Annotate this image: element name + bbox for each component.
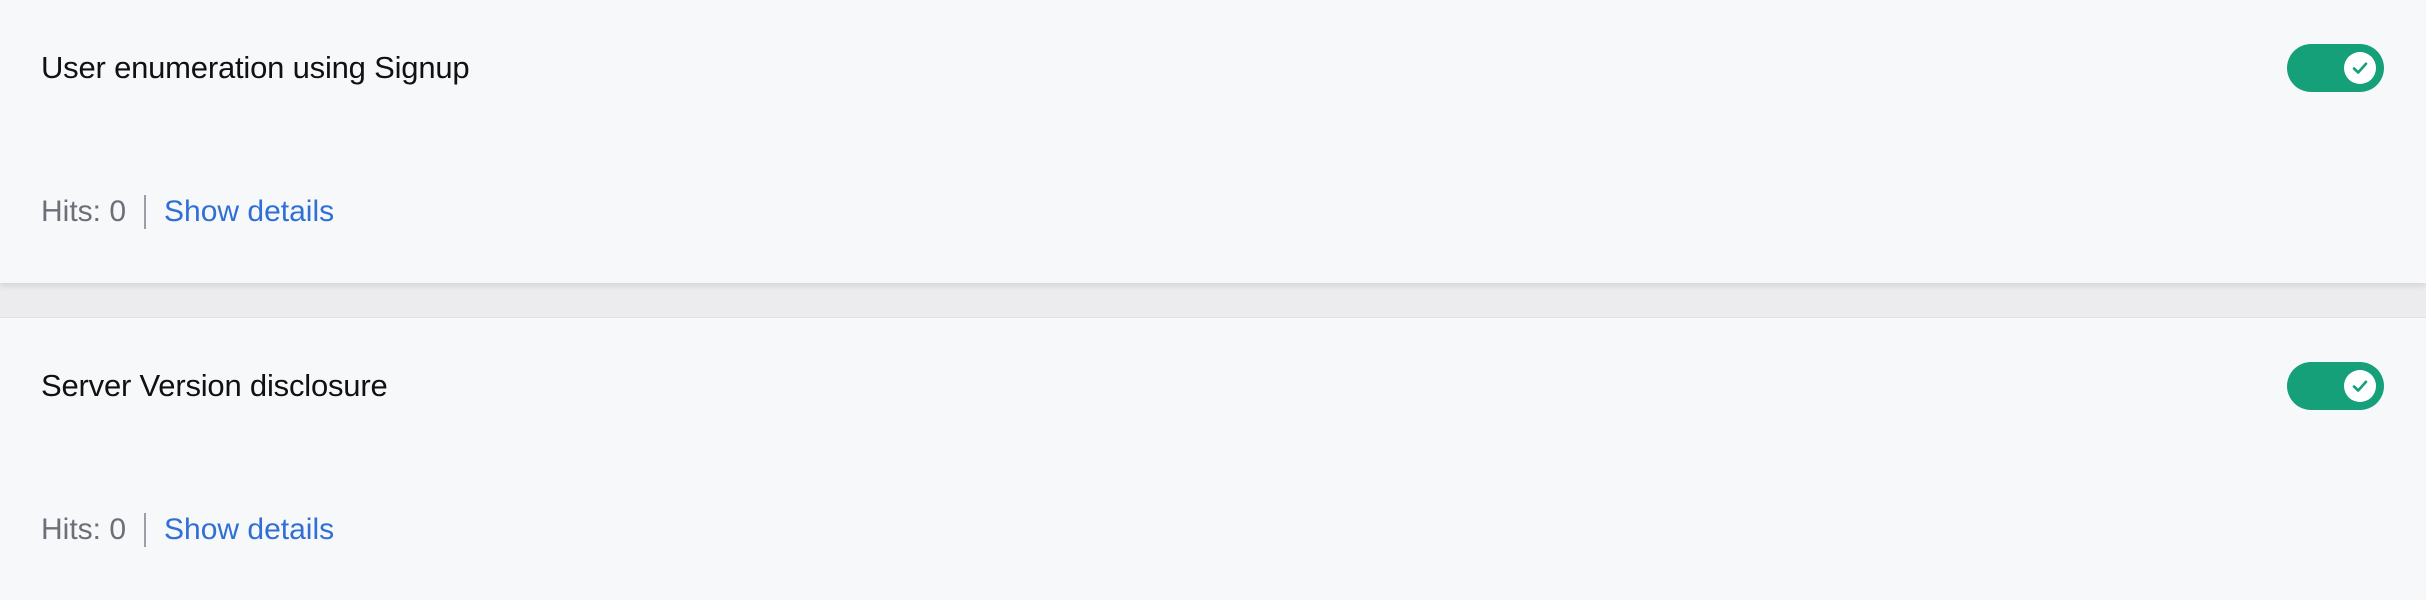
rule-card: User enumeration using Signup Hits: 0 Sh…	[0, 0, 2426, 283]
rule-meta: Hits: 0 Show details	[41, 193, 334, 231]
toggle-knob	[2344, 52, 2376, 84]
check-icon	[2352, 380, 2368, 392]
hits-label: Hits:	[41, 195, 101, 228]
rules-list: User enumeration using Signup Hits: 0 Sh…	[0, 0, 2426, 600]
hits-count: Hits: 0	[41, 195, 126, 229]
show-details-link[interactable]: Show details	[164, 513, 334, 547]
rule-meta: Hits: 0 Show details	[41, 511, 334, 549]
show-details-link[interactable]: Show details	[164, 195, 334, 229]
meta-divider	[144, 195, 147, 229]
hits-value: 0	[109, 513, 127, 546]
rule-title: User enumeration using Signup	[41, 50, 470, 85]
check-icon	[2352, 62, 2368, 74]
meta-divider	[144, 513, 147, 547]
hits-count: Hits: 0	[41, 513, 126, 547]
hits-value: 0	[109, 195, 127, 228]
rule-enabled-toggle[interactable]	[2287, 44, 2384, 92]
rule-card: Server Version disclosure Hits: 0 Show d…	[0, 317, 2426, 600]
hits-label: Hits:	[41, 513, 101, 546]
rule-enabled-toggle[interactable]	[2287, 362, 2384, 410]
rule-title: Server Version disclosure	[41, 368, 388, 403]
toggle-knob	[2344, 370, 2376, 402]
